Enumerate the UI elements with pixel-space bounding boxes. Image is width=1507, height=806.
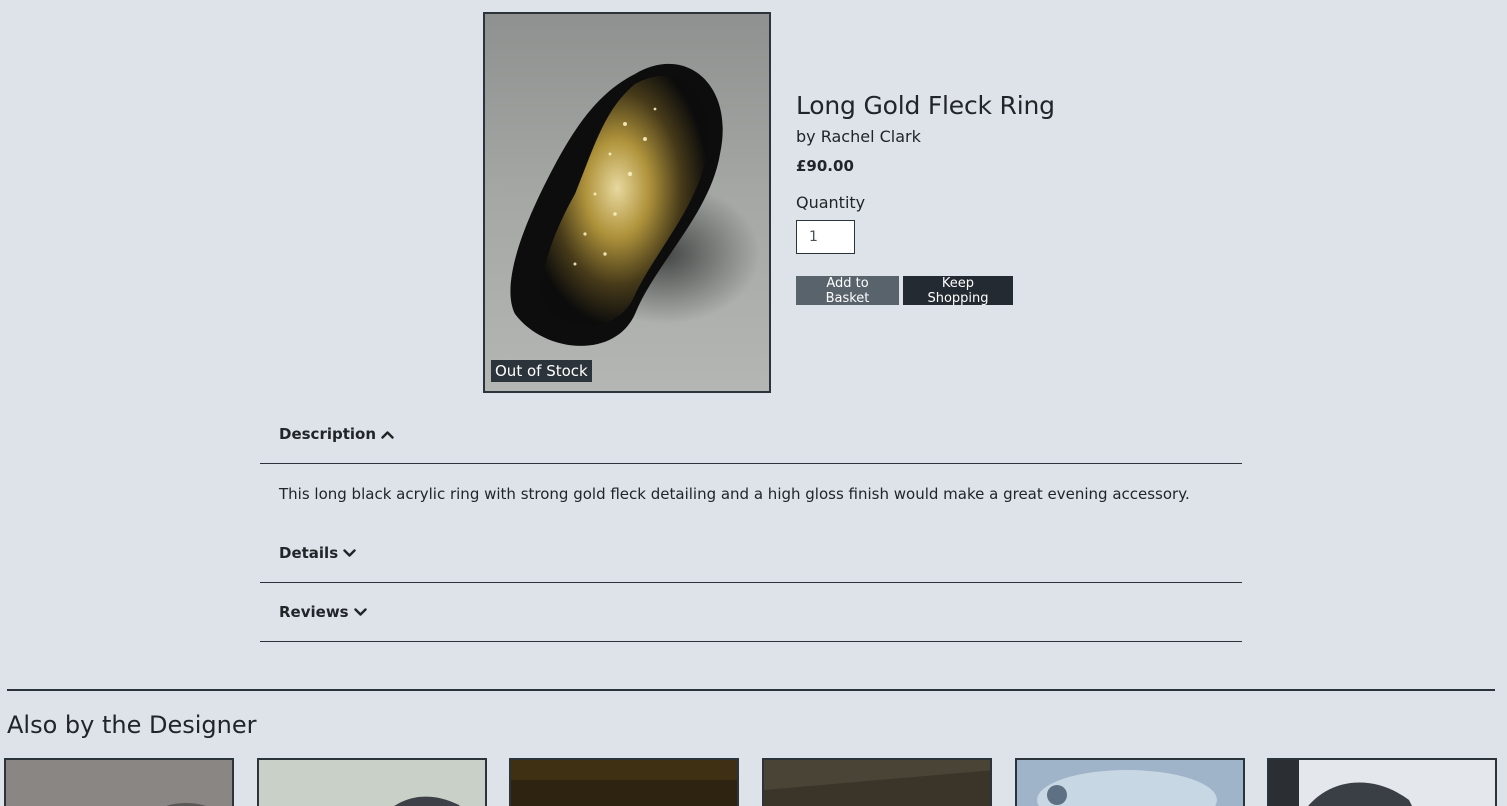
product-accordion: Description This long black acrylic ring… <box>260 405 1242 642</box>
reviews-toggle[interactable]: Reviews <box>260 583 1242 642</box>
details-label: Details <box>279 544 339 562</box>
add-to-basket-button[interactable]: Add to Basket <box>796 276 899 306</box>
quantity-label: Quantity <box>796 193 866 212</box>
thumbnail-image <box>764 760 990 806</box>
quantity-input[interactable] <box>796 220 855 254</box>
chevron-down-icon <box>353 607 367 617</box>
description-text: This long black acrylic ring with strong… <box>279 485 1190 503</box>
designer-product-thumbnail[interactable] <box>4 758 234 806</box>
designer-product-thumbnail[interactable] <box>1267 758 1497 806</box>
thumbnail-image <box>1017 760 1243 806</box>
designer-product-thumbnail[interactable] <box>509 758 739 806</box>
description-label: Description <box>279 425 377 443</box>
product-image: Out of Stock <box>483 12 771 393</box>
designer-product-thumbnail[interactable] <box>1015 758 1245 806</box>
product-page: Out of Stock Long Gold Fleck Ring by Rac… <box>0 0 1507 806</box>
thumbnail-image <box>511 760 737 806</box>
chevron-down-icon <box>343 548 356 558</box>
details-toggle[interactable]: Details <box>260 524 1242 583</box>
designer-product-thumbnail[interactable] <box>762 758 992 806</box>
out-of-stock-badge: Out of Stock <box>491 360 592 382</box>
product-designer[interactable]: by Rachel Clark <box>796 126 1216 148</box>
product-price: £90.00 <box>796 157 854 175</box>
also-by-designer-title: Also by the Designer <box>7 711 257 739</box>
chevron-up-icon <box>381 430 394 439</box>
action-buttons: Add to Basket Keep Shopping <box>796 276 1216 306</box>
ring-photo <box>485 14 769 391</box>
description-toggle[interactable]: Description <box>260 405 1242 464</box>
designer-product-thumbnail[interactable] <box>257 758 487 806</box>
thumbnail-image <box>6 760 232 806</box>
product-title: Long Gold Fleck Ring <box>796 91 1055 120</box>
reviews-label: Reviews <box>279 603 349 621</box>
product-info: Long Gold Fleck Ring by Rachel Clark £90… <box>796 90 1216 306</box>
keep-shopping-button[interactable]: Keep Shopping <box>903 276 1013 306</box>
section-divider <box>7 689 1495 691</box>
thumbnail-image <box>1269 760 1495 806</box>
thumbnail-image <box>259 760 485 806</box>
